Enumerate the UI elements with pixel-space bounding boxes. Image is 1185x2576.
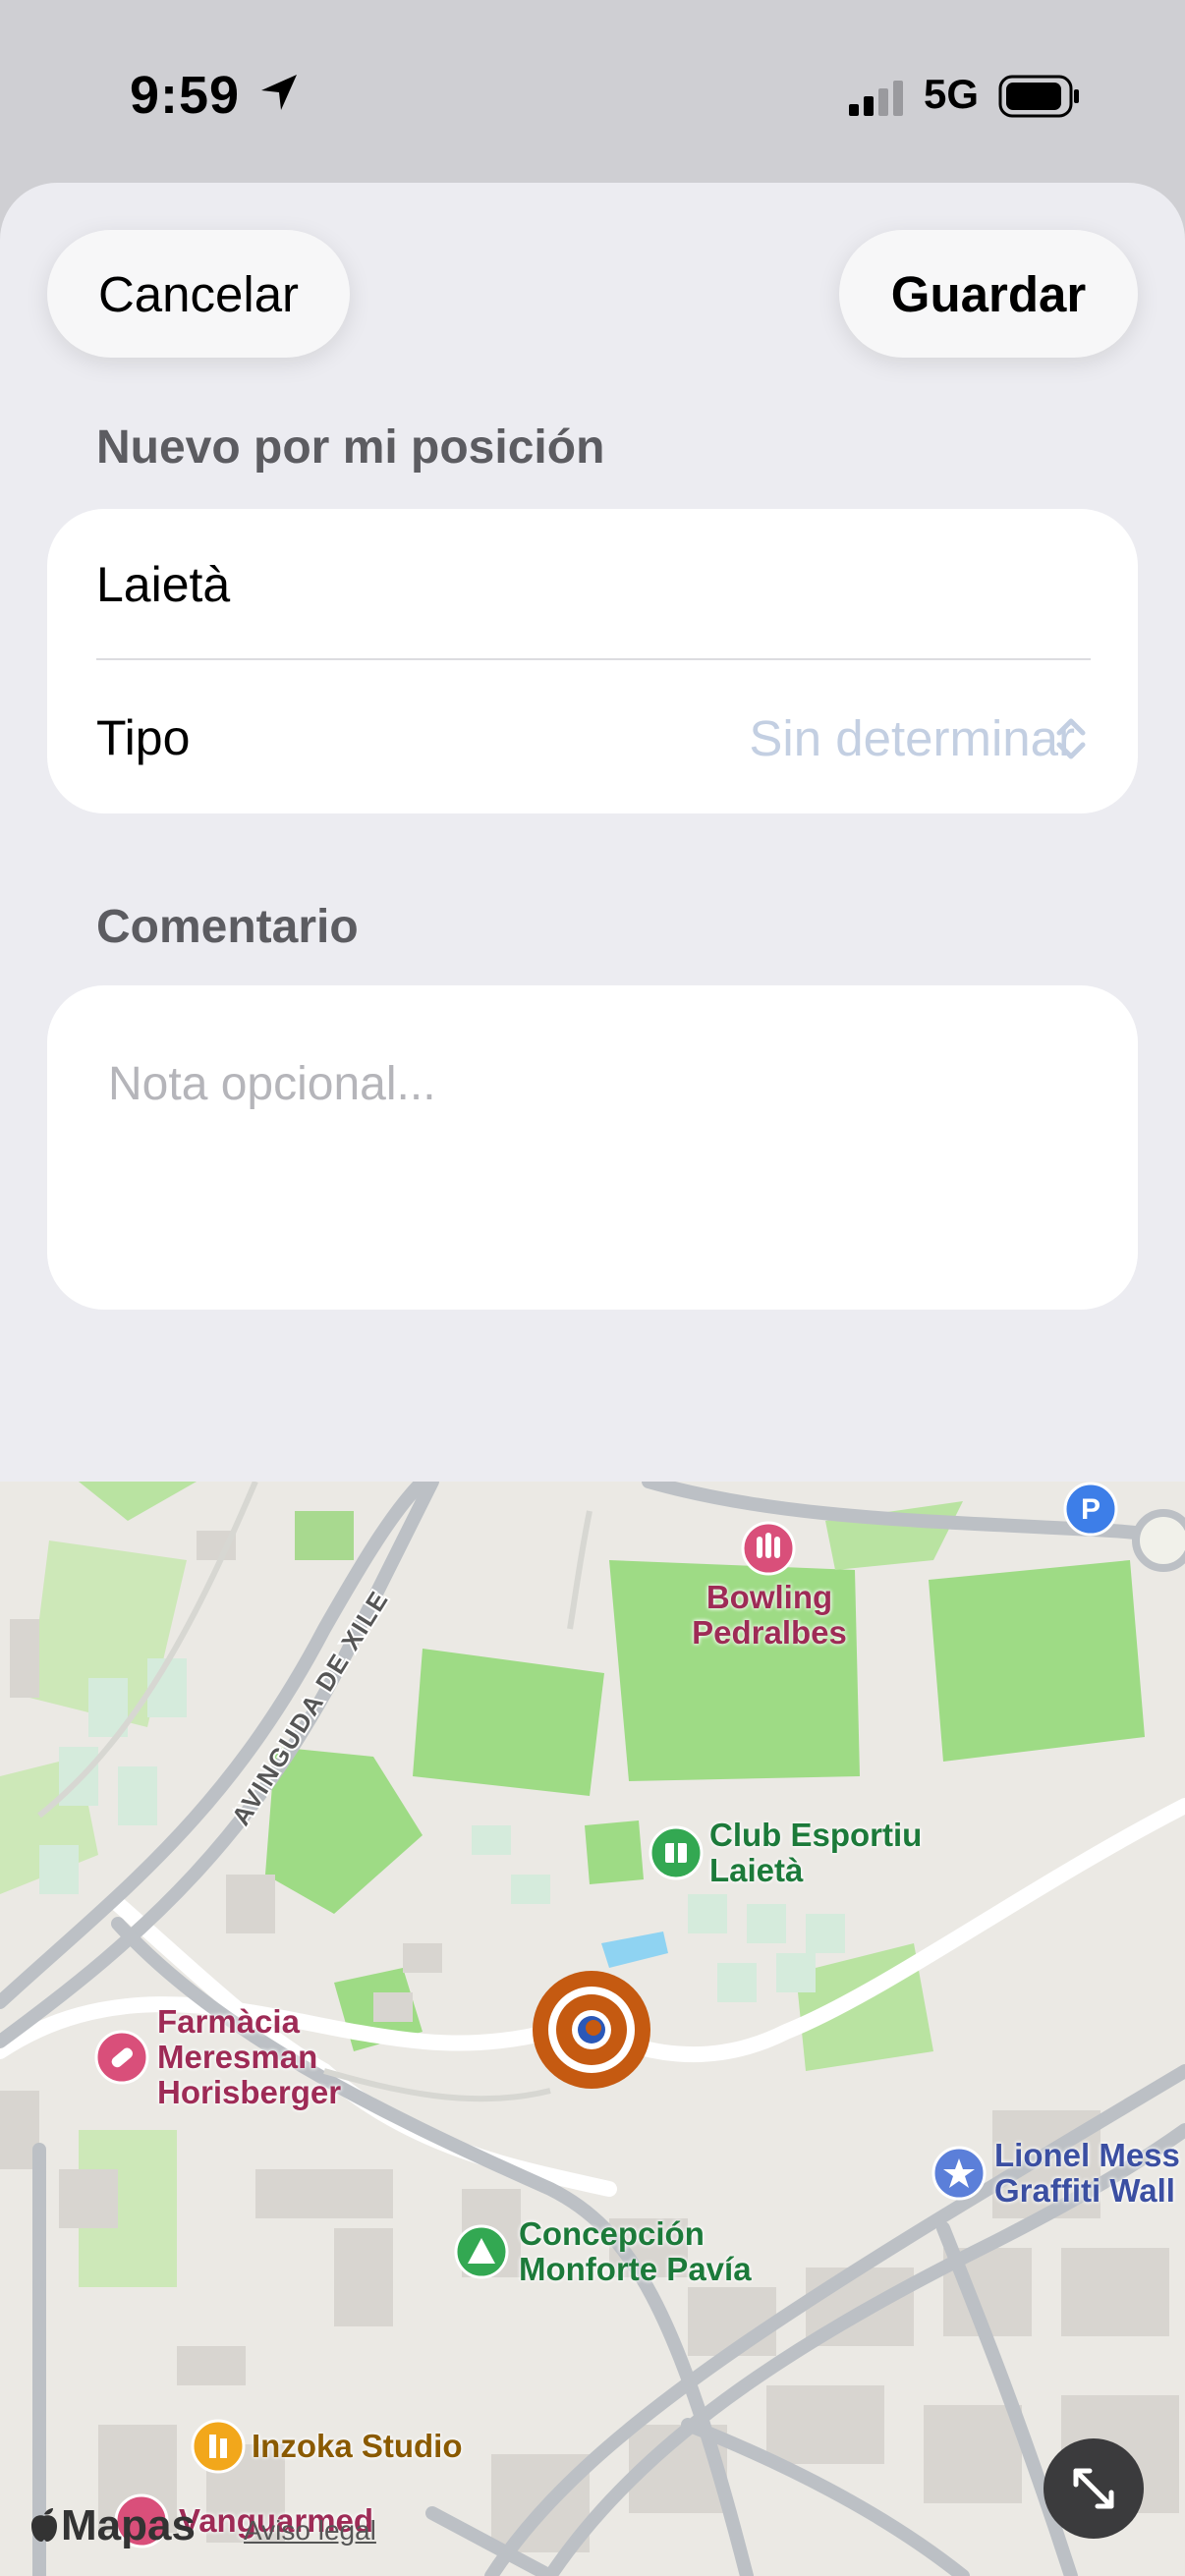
status-time: 9:59 xyxy=(130,66,241,125)
comment-title: Comentario xyxy=(96,901,359,953)
save-button[interactable]: Guardar xyxy=(839,230,1138,358)
type-label: Tipo xyxy=(96,710,191,765)
name-field[interactable]: Laietà xyxy=(96,556,230,613)
sports-club-icon[interactable] xyxy=(649,1825,704,1880)
section-title: Nuevo por mi posición xyxy=(96,421,605,474)
map-view[interactable]: AVINGUDA DE XILE Bowling Pedralbes Club E… xyxy=(0,1482,1185,2576)
campground-icon[interactable] xyxy=(454,2224,509,2279)
legal-link[interactable]: Aviso legal xyxy=(244,2515,376,2547)
location-arrow-icon xyxy=(261,75,297,110)
svg-text:P: P xyxy=(1081,1493,1100,1526)
studio-icon[interactable] xyxy=(191,2419,246,2474)
comment-placeholder: Nota opcional... xyxy=(108,1058,436,1110)
chevron-updown-icon xyxy=(1056,718,1086,759)
type-picker[interactable]: Sin determinar xyxy=(749,709,1075,767)
poi-concepcion-label: Concepción Monforte Pavía xyxy=(519,2215,752,2287)
poi-pharmacy-label: Farmàcia Meresman Horisberger xyxy=(157,2003,342,2110)
network-type: 5G xyxy=(924,71,980,117)
poi-club-label: Club Esportiu Laietà xyxy=(709,1817,923,1888)
cancel-button[interactable]: Cancelar xyxy=(47,230,350,358)
expand-icon xyxy=(1073,2468,1114,2509)
divider xyxy=(96,658,1091,660)
signal-icon xyxy=(849,81,903,116)
bowling-icon[interactable] xyxy=(741,1521,796,1576)
comment-textarea[interactable] xyxy=(47,985,1138,1310)
current-location-marker xyxy=(533,1971,650,2089)
star-icon[interactable] xyxy=(931,2146,987,2201)
poi-inzoka-label: Inzoka Studio xyxy=(252,2428,463,2464)
parking-icon[interactable]: P xyxy=(1063,1482,1118,1537)
apple-logo-icon xyxy=(31,2508,57,2542)
battery-icon xyxy=(998,75,1079,118)
poi-bowling-label: Bowling Pedralbes xyxy=(692,1579,847,1651)
pharmacy-icon[interactable] xyxy=(94,2030,149,2085)
poi-graffiti-label: Lionel Mess Graffiti Wall xyxy=(994,2137,1180,2209)
maps-attribution: Mapas xyxy=(28,2501,196,2550)
details-card xyxy=(47,509,1138,813)
expand-map-button[interactable] xyxy=(1044,2438,1144,2539)
